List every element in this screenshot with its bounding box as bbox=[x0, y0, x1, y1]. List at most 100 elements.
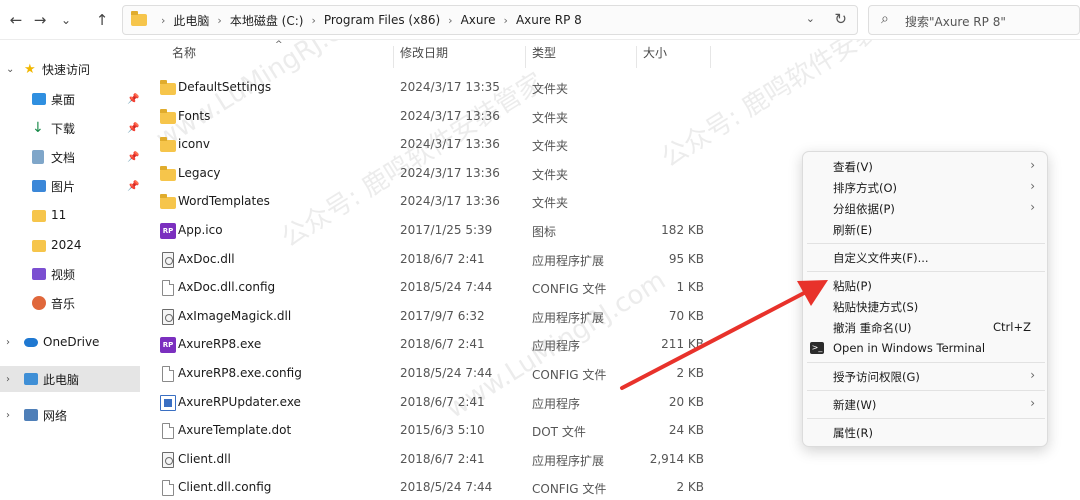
column-header-type[interactable]: 类型 bbox=[532, 44, 556, 72]
menu-item-label: 撤消 重命名(U) bbox=[833, 321, 912, 335]
refresh-icon[interactable]: ↻ bbox=[834, 10, 847, 28]
navigation-toolbar: ← → ⌄ ↑ › 此电脑 › 本地磁盘 (C:) › Program File… bbox=[0, 0, 1080, 40]
menu-separator bbox=[807, 418, 1045, 419]
file-row[interactable]: AxDoc.dll 2018/6/7 2:41 应用程序扩展 95 KB bbox=[150, 246, 720, 274]
column-header-modified[interactable]: 修改日期 bbox=[400, 44, 448, 72]
file-name: Client.dll.config bbox=[178, 480, 272, 495]
breadcrumb-item-axure-rp-8[interactable]: Axure RP 8 bbox=[516, 13, 582, 27]
menu-item-view[interactable]: 查看(V) › bbox=[803, 156, 1047, 177]
file-type: DOT 文件 bbox=[532, 425, 586, 440]
menu-item-paste[interactable]: 粘贴(P) bbox=[803, 275, 1047, 296]
breadcrumb-item-local-disk[interactable]: 本地磁盘 (C:) bbox=[230, 12, 304, 29]
file-row[interactable]: Legacy 2024/3/17 13:36 文件夹 bbox=[150, 160, 720, 188]
network-icon bbox=[24, 409, 38, 421]
sidebar-item-desktop[interactable]: 桌面 📌 bbox=[0, 86, 150, 112]
folder-icon bbox=[160, 80, 176, 95]
column-header-size[interactable]: 大小 bbox=[643, 44, 667, 72]
chevron-right-icon: › bbox=[1030, 396, 1035, 410]
menu-item-customize-folder[interactable]: 自定义文件夹(F)... bbox=[803, 247, 1047, 268]
sidebar-item-label: 下载 bbox=[51, 121, 76, 136]
file-size: 95 KB bbox=[668, 251, 704, 266]
file-row[interactable]: RP App.ico 2017/1/25 5:39 图标 182 KB bbox=[150, 217, 720, 245]
search-box[interactable]: ⌕ 搜索"Axure RP 8" bbox=[868, 5, 1080, 35]
file-name: Fonts bbox=[178, 108, 211, 123]
menu-item-undo-rename[interactable]: 撤消 重命名(U) Ctrl+Z bbox=[803, 317, 1047, 338]
column-header-name[interactable]: 名称 bbox=[172, 44, 196, 72]
pin-icon[interactable]: 📌 bbox=[127, 181, 139, 192]
chevron-right-icon: › bbox=[1030, 179, 1035, 193]
file-modified-date: 2017/9/7 6:32 bbox=[400, 308, 485, 323]
column-divider[interactable] bbox=[710, 46, 711, 68]
file-row[interactable]: iconv 2024/3/17 13:36 文件夹 bbox=[150, 131, 720, 159]
sidebar-item-music[interactable]: 音乐 bbox=[0, 290, 150, 316]
up-arrow-icon[interactable]: ↑ bbox=[92, 10, 112, 30]
column-divider[interactable] bbox=[393, 46, 394, 68]
menu-item-open-terminal[interactable]: >_ Open in Windows Terminal bbox=[803, 338, 1047, 359]
sidebar-item-onedrive[interactable]: › OneDrive bbox=[0, 329, 150, 355]
pin-icon[interactable]: 📌 bbox=[127, 152, 139, 163]
file-row[interactable]: AxureRP8.exe.config 2018/5/24 7:44 CONFIG … bbox=[150, 360, 720, 388]
back-arrow-icon[interactable]: ← bbox=[6, 10, 26, 30]
column-divider[interactable] bbox=[525, 46, 526, 68]
file-row[interactable]: WordTemplates 2024/3/17 13:36 文件夹 bbox=[150, 188, 720, 216]
forward-arrow-icon[interactable]: → bbox=[30, 10, 50, 30]
column-divider[interactable] bbox=[636, 46, 637, 68]
file-row[interactable]: RP AxureRP8.exe 2018/6/7 2:41 应用程序 211 KB bbox=[150, 331, 720, 359]
computer-icon bbox=[24, 373, 38, 385]
menu-item-paste-shortcut[interactable]: 粘贴快捷方式(S) bbox=[803, 296, 1047, 317]
breadcrumb-item-program-files[interactable]: Program Files (x86) bbox=[324, 13, 440, 27]
dll-file-icon bbox=[162, 251, 174, 268]
menu-item-shortcut: Ctrl+Z bbox=[993, 320, 1031, 334]
sidebar-item-folder-2024[interactable]: 2024 bbox=[0, 232, 150, 258]
file-modified-date: 2018/6/7 2:41 bbox=[400, 451, 485, 466]
chevron-right-icon[interactable]: › bbox=[6, 410, 10, 421]
menu-item-refresh[interactable]: 刷新(E) bbox=[803, 219, 1047, 240]
dll-file-icon bbox=[162, 308, 174, 325]
pin-icon[interactable]: 📌 bbox=[127, 123, 139, 134]
breadcrumb-item-this-pc[interactable]: 此电脑 bbox=[173, 12, 209, 29]
chevron-right-icon[interactable]: › bbox=[6, 337, 10, 348]
desktop-icon bbox=[32, 93, 46, 105]
address-bar[interactable]: › 此电脑 › 本地磁盘 (C:) › Program Files (x86) … bbox=[122, 5, 858, 35]
sidebar-item-folder-11[interactable]: 11 bbox=[0, 202, 150, 228]
pin-icon[interactable]: 📌 bbox=[127, 94, 139, 105]
sidebar-item-videos[interactable]: 视频 bbox=[0, 261, 150, 287]
sidebar-item-pictures[interactable]: 图片 📌 bbox=[0, 173, 150, 199]
file-row[interactable]: AxureTemplate.dot 2015/6/3 5:10 DOT 文件 24 K… bbox=[150, 417, 720, 445]
sidebar-item-downloads[interactable]: ↓ 下载 📌 bbox=[0, 115, 150, 141]
menu-item-label: 粘贴(P) bbox=[833, 279, 872, 293]
menu-item-sort[interactable]: 排序方式(O) › bbox=[803, 177, 1047, 198]
file-row[interactable]: Fonts 2024/3/17 13:36 文件夹 bbox=[150, 103, 720, 131]
file-name: Legacy bbox=[178, 165, 221, 180]
sidebar-item-network[interactable]: › 网络 bbox=[0, 402, 150, 428]
breadcrumb: › 此电脑 › 本地磁盘 (C:) › Program Files (x86) … bbox=[161, 12, 582, 29]
file-row[interactable]: AxureRPUpdater.exe 2018/6/7 2:41 应用程序 20 KB bbox=[150, 389, 720, 417]
dll-file-icon bbox=[162, 451, 174, 468]
menu-item-group[interactable]: 分组依据(P) › bbox=[803, 198, 1047, 219]
file-name: Client.dll bbox=[178, 451, 231, 466]
file-row[interactable]: AxDoc.dll.config 2018/5/24 7:44 CONFIG 文件 1… bbox=[150, 274, 720, 302]
folder-icon bbox=[160, 165, 176, 181]
axure-rp-icon: RP bbox=[160, 223, 176, 239]
file-icon bbox=[162, 280, 174, 297]
menu-item-new[interactable]: 新建(W) › bbox=[803, 394, 1047, 415]
breadcrumb-item-axure[interactable]: Axure bbox=[461, 13, 496, 27]
sidebar-item-quick-access[interactable]: ⌄ ★ 快速访问 bbox=[0, 56, 150, 82]
file-row[interactable]: Client.dll.config 2018/5/24 7:44 CONFIG 文件… bbox=[150, 474, 720, 500]
sidebar-item-label: 11 bbox=[51, 208, 67, 222]
menu-item-label: 排序方式(O) bbox=[833, 181, 898, 195]
file-modified-date: 2024/3/17 13:36 bbox=[400, 137, 500, 152]
file-row[interactable]: Client.dll 2018/6/7 2:41 应用程序扩展 2,914 KB bbox=[150, 446, 720, 474]
recent-locations-chevron-icon[interactable]: ⌄ bbox=[56, 10, 76, 30]
menu-item-grant-access[interactable]: 授予访问权限(G) › bbox=[803, 366, 1047, 387]
sidebar-item-documents[interactable]: 文档 📌 bbox=[0, 144, 150, 170]
address-dropdown-chevron-icon[interactable]: ⌄ bbox=[806, 12, 815, 25]
menu-item-properties[interactable]: 属性(R) bbox=[803, 422, 1047, 443]
sidebar-item-this-pc[interactable]: › 此电脑 bbox=[0, 366, 140, 392]
file-row[interactable]: AxImageMagick.dll 2017/9/7 6:32 应用程序扩展 70 K… bbox=[150, 303, 720, 331]
chevron-right-icon[interactable]: › bbox=[6, 374, 10, 385]
chevron-down-icon[interactable]: ⌄ bbox=[6, 64, 14, 75]
file-type: 文件夹 bbox=[532, 196, 569, 211]
file-modified-date: 2024/3/17 13:36 bbox=[400, 194, 500, 209]
file-row[interactable]: DefaultSettings 2024/3/17 13:35 文件夹 bbox=[150, 74, 720, 102]
